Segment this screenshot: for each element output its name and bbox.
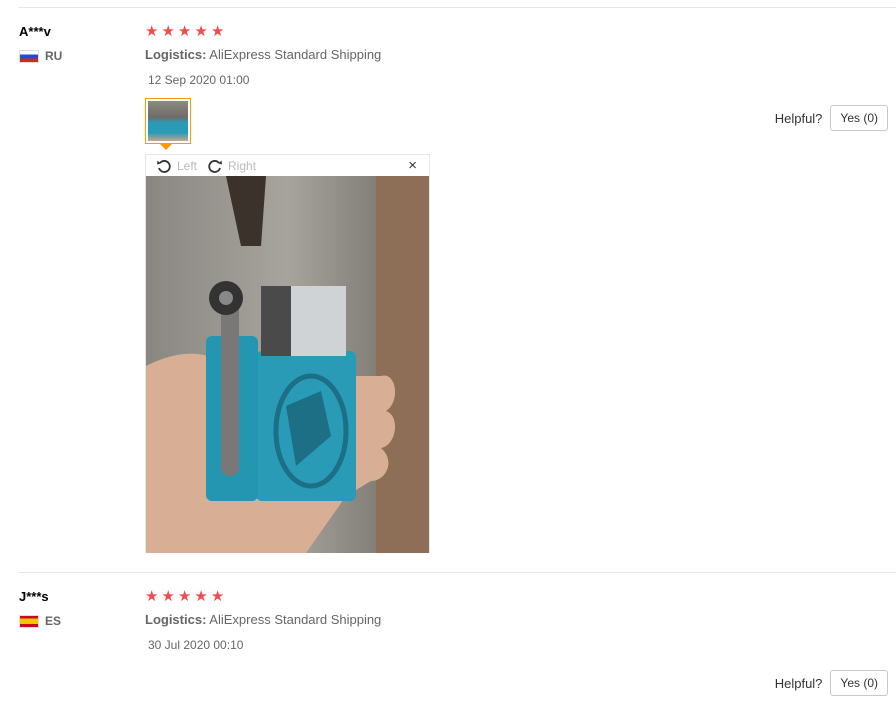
thumbnail-pointer [160,144,172,150]
rotate-left-button[interactable]: Left [156,158,197,174]
helpful-section: Helpful? Yes (0) [775,105,888,131]
star-icon: ★ [177,23,192,40]
top-divider [18,7,896,8]
logistics-info: Logistics: AliExpress Standard Shipping [145,612,381,627]
star-rating: ★ ★ ★ ★ ★ [145,589,224,604]
country-code: ES [45,614,62,628]
helpful-yes-button[interactable]: Yes (0) [830,105,888,131]
rotate-left-label: Left [177,158,198,173]
flag-spain-icon [19,614,39,628]
star-icon: ★ [194,23,208,40]
star-icon: ★ [194,588,208,605]
star-rating: ★ ★ ★ ★ ★ [145,24,224,39]
logistics-label: Logistics: [145,47,207,62]
star-icon: ★ [210,23,225,40]
star-icon: ★ [210,588,225,605]
review-divider [18,572,896,573]
review-date: 30 Jul 2020 00:10 [148,638,244,652]
logistics-info: Logistics: AliExpress Standard Shipping [145,47,381,62]
star-icon: ★ [177,588,192,605]
viewer-toolbar: Left Right × [146,155,429,176]
photo-viewer: Left Right × [145,154,430,553]
star-icon: ★ [145,588,159,605]
reviewer-name: J***s [19,589,49,604]
star-icon: ★ [161,23,175,40]
rotate-right-icon [208,159,223,173]
review-photo [146,176,429,553]
star-icon: ★ [161,588,175,605]
star-icon: ★ [145,23,159,40]
reviewer-country: RU [19,49,62,63]
helpful-label: Helpful? [774,110,823,126]
country-code: RU [45,49,63,63]
review-photo-thumbnail[interactable] [145,98,191,144]
logistics-value: AliExpress Standard Shipping [206,47,382,62]
helpful-section: Helpful? Yes (0) [775,670,888,696]
reviewer-name: A***v [19,24,51,39]
helpful-label: Helpful? [774,675,823,691]
logistics-label: Logistics: [145,612,207,627]
review-date: 12 Sep 2020 01:00 [148,73,250,87]
close-viewer-button[interactable]: × [408,157,417,174]
logistics-value: AliExpress Standard Shipping [206,612,382,627]
flag-russia-icon [19,49,39,63]
reviewer-country: ES [19,614,61,628]
rotate-left-icon [157,159,171,173]
thumbnail-image [148,101,188,141]
rotate-right-label: Right [228,158,257,173]
rotate-right-button[interactable]: Right [207,158,256,174]
helpful-yes-button[interactable]: Yes (0) [830,670,888,696]
